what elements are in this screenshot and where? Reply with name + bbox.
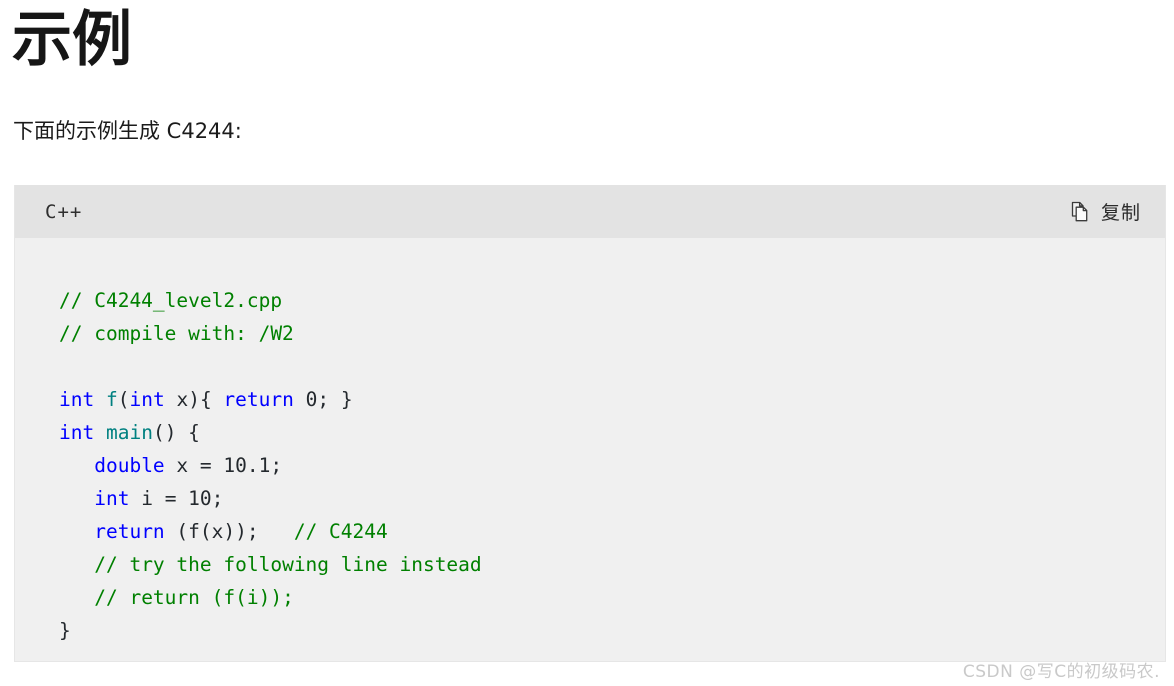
code-token: int (59, 387, 95, 411)
code-line: int main() { (59, 416, 1165, 449)
code-line: // compile with: /W2 (59, 317, 1165, 350)
code-token: () { (152, 420, 200, 444)
code-token: int (129, 387, 165, 411)
code-token: f (105, 387, 118, 411)
code-token: (f(x)); (164, 519, 294, 543)
code-token: // compile with: /W2 (59, 321, 294, 345)
code-block-header: C++ 复制 (15, 185, 1165, 238)
code-token: int (94, 486, 130, 510)
code-line: // return (f(i)); (59, 581, 1165, 614)
code-token: // try the following line instead (94, 552, 482, 576)
code-token: i = 10; (129, 486, 224, 510)
code-token: x){ (164, 387, 224, 411)
code-line: // C4244_level2.cpp (59, 284, 1165, 317)
code-token: x = 10.1; (164, 453, 283, 477)
code-token: main (105, 420, 153, 444)
code-line: double x = 10.1; (59, 449, 1165, 482)
copy-pages-icon (1069, 201, 1091, 223)
intro-paragraph: 下面的示例生成 C4244: (13, 119, 242, 143)
code-line: } (59, 614, 1165, 647)
code-token: // C4244 (293, 519, 388, 543)
code-token: double (94, 453, 165, 477)
code-line: // try the following line instead (59, 548, 1165, 581)
code-token: ( (117, 387, 130, 411)
code-line: return (f(x)); // C4244 (59, 515, 1165, 548)
code-token: // return (f(i)); (94, 585, 294, 609)
code-language-label: C++ (45, 200, 83, 223)
page-title: 示例 (12, 5, 132, 75)
code-line: int i = 10; (59, 482, 1165, 515)
code-token: int (59, 420, 95, 444)
code-content[interactable]: // C4244_level2.cpp// compile with: /W2 … (15, 258, 1165, 647)
copy-code-button[interactable]: 复制 (1059, 194, 1151, 229)
code-token: } (59, 618, 71, 642)
code-token: // C4244_level2.cpp (59, 288, 283, 312)
code-block: C++ 复制 // C4244_level2.cpp // compile wit… (14, 185, 1166, 662)
code-token: 0; } (293, 387, 353, 411)
code-token: return (94, 519, 165, 543)
code-line: int f(int x){ return 0; } (59, 383, 1165, 416)
copy-code-label: 复制 (1100, 202, 1141, 224)
code-token: return (223, 387, 294, 411)
